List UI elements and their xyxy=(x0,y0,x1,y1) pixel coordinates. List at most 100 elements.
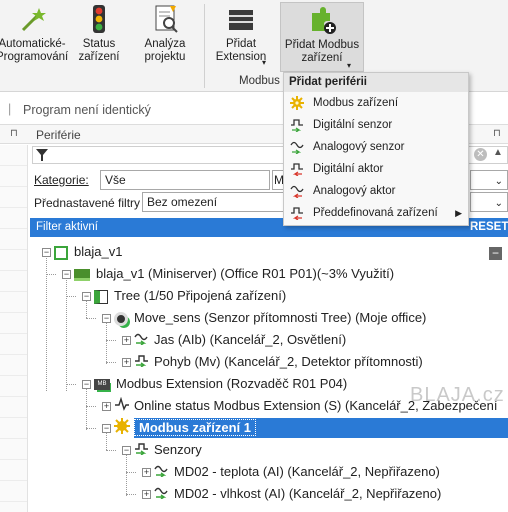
tree-node-pohyb[interactable]: Pohyb (Mv) (Kancelář_2, Detektor přítomn… xyxy=(134,352,423,372)
chevron-down-icon: ⌄ xyxy=(494,198,503,209)
ribbon-group-label: Modbus xyxy=(239,75,280,87)
collapse-toggle[interactable]: − xyxy=(102,424,111,433)
category-select[interactable]: Vše xyxy=(100,170,270,190)
tree-node-label: MD02 - teplota (AI) (Kancelář_2, Nepřiřa… xyxy=(174,464,440,479)
device-status-button[interactable]: Status zařízení xyxy=(70,4,128,64)
tree-node-label: Jas (AIb) (Kancelář_2, Osvětlení) xyxy=(154,332,347,347)
filter-funnel-icon xyxy=(36,148,48,165)
modbus-extension-icon: MB xyxy=(94,379,110,391)
watermark-logo: BLAJA.cz xyxy=(410,384,505,406)
collapse-toggle[interactable]: − xyxy=(62,270,71,279)
category-label: Kategorie: xyxy=(34,173,89,187)
expand-toggle[interactable]: + xyxy=(122,336,131,345)
magic-wand-icon xyxy=(17,4,47,34)
collapse-toggle[interactable]: − xyxy=(82,380,91,389)
chevron-down-icon: ⌄ xyxy=(494,176,503,187)
menu-item-label: Digitální aktor xyxy=(313,163,384,175)
extension-device-icon xyxy=(226,4,256,34)
analog-input-icon xyxy=(134,331,150,351)
predefined-device-icon xyxy=(290,206,304,221)
collapse-up-icon[interactable]: ▲ xyxy=(493,147,503,158)
collapse-all-icon[interactable]: − xyxy=(489,247,502,260)
project-analysis-label: Analýza projektu xyxy=(144,38,186,63)
menu-item-label: Digitální senzor xyxy=(313,119,393,131)
program-status-text: Program není identický xyxy=(23,103,151,117)
panel-title: Periférie xyxy=(36,128,81,142)
traffic-light-icon xyxy=(84,4,114,34)
chevron-down-icon: ▾ xyxy=(262,58,267,67)
tree-node-label: Modbus Extension (Rozvaděč R01 P04) xyxy=(116,376,348,391)
status-separator: | xyxy=(8,102,12,116)
tree-node-label: blaja_v1 (Miniserver) (Office R01 P01)(~… xyxy=(96,266,395,281)
menu-item-digital-sensor[interactable]: Digitální senzor xyxy=(284,114,468,136)
menu-item-analog-sensor[interactable]: Analogový senzor xyxy=(284,136,468,158)
collapse-toggle[interactable]: − xyxy=(42,248,51,257)
digital-output-icon xyxy=(290,162,304,177)
menu-header: Přidat periférii xyxy=(284,73,468,92)
tree-node-md02-humidity[interactable]: MD02 - vlhkost (AI) (Kancelář_2, Nepřiřa… xyxy=(154,484,441,504)
analog-input-icon xyxy=(154,485,170,505)
tree-node-modbus-extension[interactable]: MB Modbus Extension (Rozvaděč R01 P04) xyxy=(94,374,347,394)
pin-icon[interactable]: ⊓ xyxy=(10,128,18,139)
pin-icon[interactable]: ⊓ xyxy=(493,128,501,139)
digital-input-icon xyxy=(290,118,304,133)
tree-node-miniserver[interactable]: blaja_v1 (Miniserver) (Office R01 P01)(~… xyxy=(74,264,394,284)
preset-filters-select[interactable]: Bez omezení xyxy=(142,192,284,212)
device-status-label: Status zařízení xyxy=(78,38,120,63)
tree-node-label: MD02 - vlhkost (AI) (Kancelář_2, Nepřiřa… xyxy=(174,486,442,501)
tree-node-modbus-device[interactable]: Modbus zařízení 1 xyxy=(114,418,256,438)
category-select-value: Vše xyxy=(105,173,126,187)
collapse-toggle[interactable]: − xyxy=(82,292,91,301)
auto-programming-label: Automatické- Programování xyxy=(0,38,69,63)
digital-input-icon xyxy=(134,441,150,461)
analog-input-icon xyxy=(154,463,170,483)
peripherals-tree: − blaja_v1 − − blaja_v1 (Miniserver) (Of… xyxy=(30,238,508,512)
tree-node-sensors[interactable]: Senzory xyxy=(134,440,202,460)
left-side-list xyxy=(0,145,28,512)
tree-node-label: Tree (1/50 Připojená zařízení) xyxy=(114,288,287,303)
tree-node-label: Senzory xyxy=(154,442,202,457)
menu-item-digital-actor[interactable]: Digitální aktor xyxy=(284,158,468,180)
tree-node-root[interactable]: blaja_v1 xyxy=(54,242,122,262)
tree-node-label: Modbus zařízení 1 xyxy=(134,419,256,437)
auto-programming-button[interactable]: Automatické- Programování xyxy=(0,4,68,64)
project-icon xyxy=(54,245,68,260)
modbus-gear-icon xyxy=(290,96,304,110)
ribbon-separator xyxy=(204,4,205,88)
analog-input-icon xyxy=(290,140,304,155)
filter-active-text: Filter aktivní xyxy=(36,221,98,233)
menu-item-modbus-device[interactable]: Modbus zařízení xyxy=(284,92,468,114)
analog-output-icon xyxy=(290,184,304,199)
add-modbus-device-button[interactable]: Přidat Modbus zařízení ▾ xyxy=(280,2,364,72)
clear-filter-icon[interactable]: ✕ xyxy=(474,148,487,161)
add-peripheral-menu: Přidat periférii Modbus zařízení Digitál… xyxy=(283,72,469,226)
modbus-gear-icon xyxy=(114,418,130,440)
tree-node-jas[interactable]: Jas (AIb) (Kancelář_2, Osvětlení) xyxy=(134,330,346,350)
submenu-arrow-icon: ▶ xyxy=(455,208,462,218)
tree-node-tree-bus[interactable]: Tree (1/50 Připojená zařízení) xyxy=(94,286,286,306)
tree-node-move-sens[interactable]: Move_sens (Senzor přítomnosti Tree) (Moj… xyxy=(114,308,426,328)
project-analysis-button[interactable]: Analýza projektu xyxy=(134,4,196,64)
collapse-toggle[interactable]: − xyxy=(102,314,111,323)
menu-item-analog-actor[interactable]: Analogový aktor xyxy=(284,180,468,202)
expand-toggle[interactable]: + xyxy=(102,402,111,411)
preset-right-select[interactable]: ⌄ xyxy=(470,192,508,212)
tree-node-md02-temp[interactable]: MD02 - teplota (AI) (Kancelář_2, Nepřiřa… xyxy=(154,462,440,482)
chevron-down-icon: ▾ xyxy=(347,61,352,70)
collapse-toggle[interactable]: − xyxy=(122,446,131,455)
tree-node-label: Move_sens (Senzor přítomnosti Tree) (Moj… xyxy=(134,310,427,325)
status-pulse-icon xyxy=(114,396,130,417)
menu-item-predefined-devices[interactable]: Předdefinovaná zařízení ▶ xyxy=(284,202,468,224)
add-modbus-device-icon xyxy=(307,5,337,35)
digital-input-icon xyxy=(134,353,150,373)
right-select[interactable]: ⌄ xyxy=(470,170,508,190)
menu-item-label: Analogový aktor xyxy=(313,185,396,197)
reset-filter-button[interactable]: RESET xyxy=(470,221,508,233)
expand-toggle[interactable]: + xyxy=(142,490,151,499)
tree-extension-icon xyxy=(94,289,108,304)
preset-filters-value: Bez omezení xyxy=(147,195,218,209)
expand-toggle[interactable]: + xyxy=(142,468,151,477)
tree-node-label: blaja_v1 xyxy=(74,244,123,259)
add-extension-button[interactable]: Přidat Extension ▾ xyxy=(208,4,274,67)
expand-toggle[interactable]: + xyxy=(122,358,131,367)
